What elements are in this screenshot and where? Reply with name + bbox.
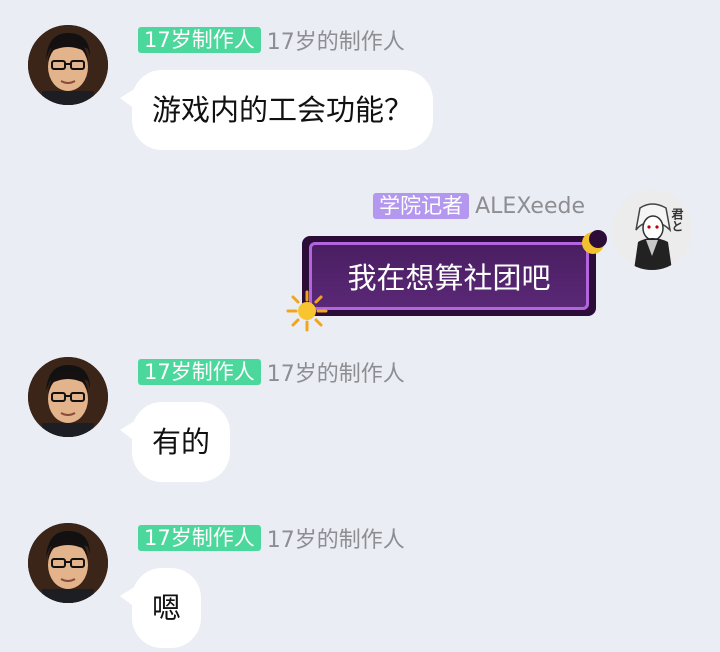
avatar-alexeede[interactable]: 君と bbox=[612, 190, 692, 270]
person-icon bbox=[28, 357, 108, 437]
sender-nickname: 17岁的制作人 bbox=[266, 528, 405, 553]
message-text: 嗯 bbox=[152, 591, 182, 625]
message-bubble[interactable]: 嗯 bbox=[120, 568, 202, 648]
bubble-tail bbox=[120, 88, 136, 110]
sender-nickname: 17岁的制作人 bbox=[266, 30, 405, 55]
message-bubble[interactable]: 游戏内的工会功能？ bbox=[120, 70, 434, 150]
message-bubble[interactable]: 有的 bbox=[120, 402, 231, 482]
person-icon bbox=[28, 523, 108, 603]
avatar-mark: 君と bbox=[670, 208, 684, 232]
avatar-producer[interactable] bbox=[28, 25, 108, 105]
sender-meta: 17岁制作人 17岁的制作人 bbox=[138, 26, 405, 55]
bubble-tail bbox=[120, 586, 136, 608]
sender-meta: 17岁制作人 17岁的制作人 bbox=[138, 524, 405, 553]
message-text: 我在想算社团吧 bbox=[309, 242, 589, 310]
sun-icon bbox=[286, 290, 328, 332]
moon-icon bbox=[582, 230, 607, 254]
sender-nickname: 17岁的制作人 bbox=[266, 362, 405, 387]
sender-badge: 17岁制作人 bbox=[138, 27, 261, 53]
message-bubble-decorated[interactable]: 我在想算社团吧 bbox=[286, 230, 607, 332]
bubble-tail bbox=[120, 420, 136, 442]
sender-badge: 17岁制作人 bbox=[138, 359, 261, 385]
message-text: 游戏内的工会功能？ bbox=[152, 93, 414, 127]
sender-nickname: ALEXeede bbox=[475, 193, 585, 219]
person-icon bbox=[28, 25, 108, 105]
avatar-producer[interactable] bbox=[28, 523, 108, 603]
chat-view: 17岁制作人 17岁的制作人 游戏内的工会功能？ 学院记者 ALEXeede 君… bbox=[0, 0, 720, 652]
sender-meta: 学院记者 ALEXeede bbox=[373, 192, 585, 220]
message-text: 有的 bbox=[152, 425, 211, 459]
sender-badge: 学院记者 bbox=[373, 193, 470, 219]
sender-meta: 17岁制作人 17岁的制作人 bbox=[138, 358, 405, 387]
sender-badge: 17岁制作人 bbox=[138, 525, 261, 551]
avatar-producer[interactable] bbox=[28, 357, 108, 437]
